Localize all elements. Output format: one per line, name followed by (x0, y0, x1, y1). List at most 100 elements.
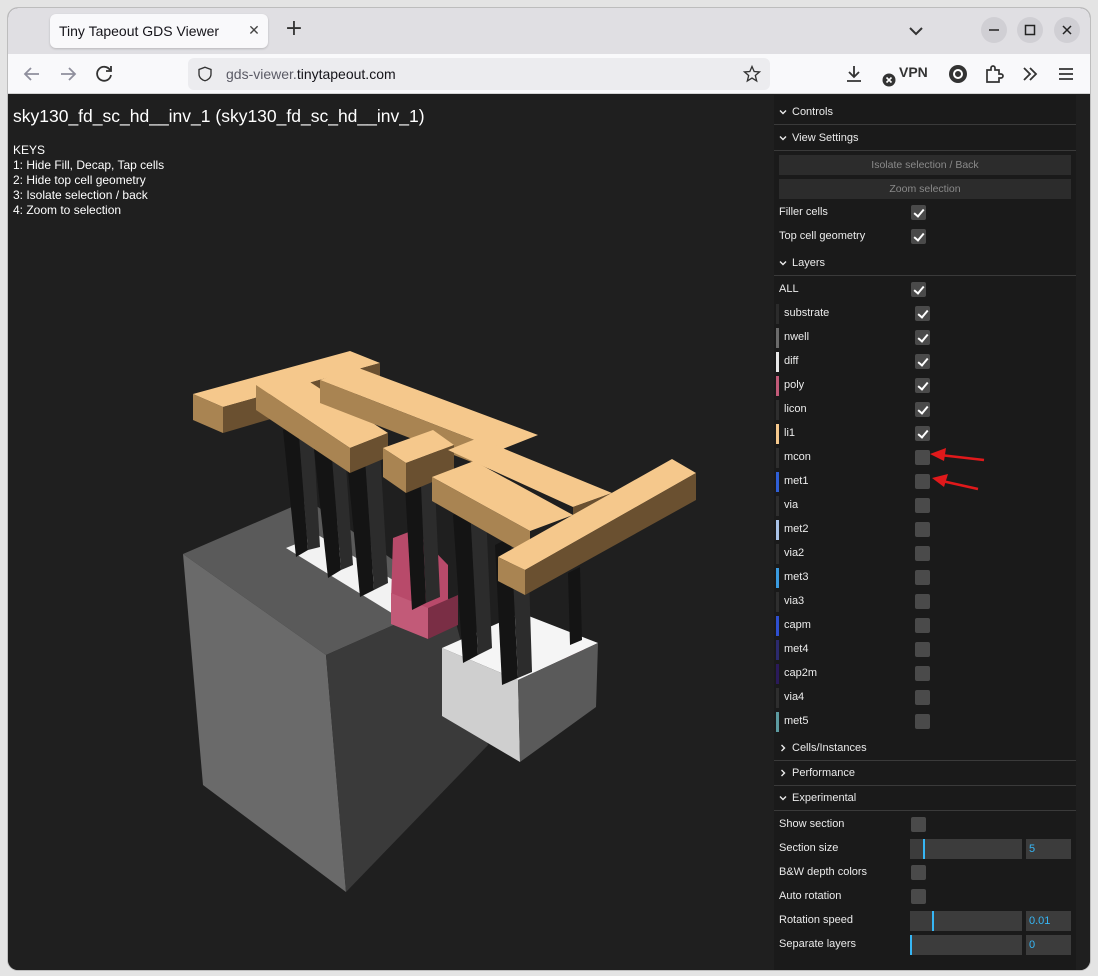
layer-checkbox-via4[interactable] (915, 690, 930, 705)
filler-cells-checkbox[interactable] (911, 205, 926, 220)
menu-icon[interactable] (1054, 62, 1078, 86)
layer-label: via2 (784, 547, 805, 559)
layer-label: licon (784, 403, 807, 415)
layer-row-mcon: mcon (774, 446, 1076, 470)
auto-rotation-label: Auto rotation (779, 890, 842, 902)
puzzle-icon[interactable] (982, 62, 1006, 86)
folder-controls[interactable]: Controls (774, 100, 1076, 125)
zoom-selection-button[interactable]: Zoom selection (779, 179, 1071, 199)
folder-performance[interactable]: Performance (774, 761, 1076, 786)
overflow-chevrons-icon[interactable] (1018, 62, 1042, 86)
layer-checkbox-licon[interactable] (915, 402, 930, 417)
url-host-dim: gds-viewer. (226, 66, 297, 82)
layer-color-swatch (776, 424, 779, 444)
rotation-speed-slider[interactable] (910, 911, 1022, 931)
layer-row-via3: via3 (774, 590, 1076, 614)
gds-3d-scene[interactable] (8, 95, 774, 970)
layer-label: substrate (784, 307, 830, 319)
layer-row-met2: met2 (774, 518, 1076, 542)
layer-checkbox-substrate[interactable] (915, 306, 930, 321)
bw-depth-checkbox[interactable] (911, 865, 926, 880)
show-section-checkbox[interactable] (911, 817, 926, 832)
vpn-button[interactable]: VPN (899, 64, 928, 80)
section-size-input[interactable]: 5 (1026, 839, 1071, 859)
layer-color-swatch (776, 664, 779, 684)
bw-depth-label: B&W depth colors (779, 866, 868, 878)
isolate-selection-button[interactable]: Isolate selection / Back (779, 155, 1071, 175)
folder-label: Experimental (792, 792, 857, 804)
layer-color-swatch (776, 544, 779, 564)
layer-checkbox-via[interactable] (915, 498, 930, 513)
slider-thumb[interactable] (923, 839, 925, 859)
layer-row-met3: met3 (774, 566, 1076, 590)
layer-label: met5 (784, 715, 809, 727)
minimize-icon (989, 29, 999, 31)
layer-checkbox-met4[interactable] (915, 642, 930, 657)
layer-row-met5: met5 (774, 710, 1076, 734)
layer-row-met4: met4 (774, 638, 1076, 662)
minimize-button[interactable] (981, 17, 1007, 43)
slider-thumb[interactable] (932, 911, 934, 931)
layer-checkbox-cap2m[interactable] (915, 666, 930, 681)
rotation-speed-input[interactable]: 0.01 (1026, 911, 1071, 931)
tab-close-icon[interactable]: ✕ (244, 21, 264, 41)
layer-checkbox-nwell[interactable] (915, 330, 930, 345)
layer-all-checkbox[interactable] (911, 282, 926, 297)
layer-checkbox-met2[interactable] (915, 522, 930, 537)
layer-label: poly (784, 379, 805, 391)
folder-view-settings[interactable]: View Settings (774, 126, 1076, 151)
slider-thumb[interactable] (910, 935, 912, 955)
section-size-slider[interactable] (910, 839, 1022, 859)
bookmark-star-icon[interactable] (742, 64, 762, 84)
back-icon[interactable] (20, 62, 44, 86)
url-text[interactable]: gds-viewer.tinytapeout.com (226, 66, 396, 82)
extension-circle-icon[interactable] (946, 62, 970, 86)
separate-layers-input[interactable]: 0 (1026, 935, 1071, 955)
tab-gds-viewer[interactable]: Tiny Tapeout GDS Viewer ✕ (50, 14, 268, 48)
section-size-row: Section size 5 (774, 837, 1076, 861)
layer-row-met1: met1 (774, 470, 1076, 494)
folder-layers[interactable]: Layers (774, 251, 1076, 276)
gds-3d-viewport[interactable]: sky130_fd_sc_hd__inv_1 (sky130_fd_sc_hd_… (8, 95, 774, 970)
layer-row-via: via (774, 494, 1076, 518)
layer-row-li1: li1 (774, 422, 1076, 446)
new-tab-icon[interactable]: + (282, 18, 306, 42)
layer-color-swatch (776, 352, 779, 372)
layer-checkbox-met5[interactable] (915, 714, 930, 729)
layer-row-capm: capm (774, 614, 1076, 638)
layer-checkbox-met3[interactable] (915, 570, 930, 585)
layer-checkbox-li1[interactable] (915, 426, 930, 441)
gui-scrollbar[interactable] (1076, 95, 1090, 970)
folder-cells-instances[interactable]: Cells/Instances (774, 736, 1076, 761)
close-icon (1062, 25, 1072, 35)
url-host: tinytapeout.com (296, 66, 396, 82)
separate-layers-slider[interactable] (910, 935, 1022, 955)
layer-checkbox-via2[interactable] (915, 546, 930, 561)
keys-line-1: 1: Hide Fill, Decap, Tap cells (13, 158, 165, 172)
navigation-bar: gds-viewer.tinytapeout.com VPN (8, 54, 1090, 94)
auto-rotation-checkbox[interactable] (911, 889, 926, 904)
layer-row-diff: diff (774, 350, 1076, 374)
layer-label: met4 (784, 643, 809, 655)
reload-icon[interactable] (92, 62, 116, 86)
chevron-down-icon (779, 796, 787, 801)
layer-color-swatch (776, 520, 779, 540)
layer-checkbox-poly[interactable] (915, 378, 930, 393)
layer-label: via (784, 499, 799, 511)
forward-icon[interactable] (56, 62, 80, 86)
top-cell-geometry-checkbox[interactable] (911, 229, 926, 244)
folder-label: Layers (792, 257, 826, 269)
layer-checkbox-via3[interactable] (915, 594, 930, 609)
maximize-button[interactable] (1017, 17, 1043, 43)
keys-help: KEYS 1: Hide Fill, Decap, Tap cells 2: H… (13, 143, 164, 218)
layer-checkbox-diff[interactable] (915, 354, 930, 369)
page-content: sky130_fd_sc_hd__inv_1 (sky130_fd_sc_hd_… (8, 95, 1090, 970)
close-window-button[interactable] (1054, 17, 1080, 43)
shield-icon[interactable] (196, 65, 214, 83)
chevron-down-icon[interactable] (904, 19, 928, 43)
url-bar[interactable]: gds-viewer.tinytapeout.com (188, 58, 770, 90)
download-icon[interactable] (842, 62, 866, 86)
folder-experimental[interactable]: Experimental (774, 786, 1076, 811)
auto-rotation-row: Auto rotation (774, 885, 1076, 909)
layer-checkbox-capm[interactable] (915, 618, 930, 633)
